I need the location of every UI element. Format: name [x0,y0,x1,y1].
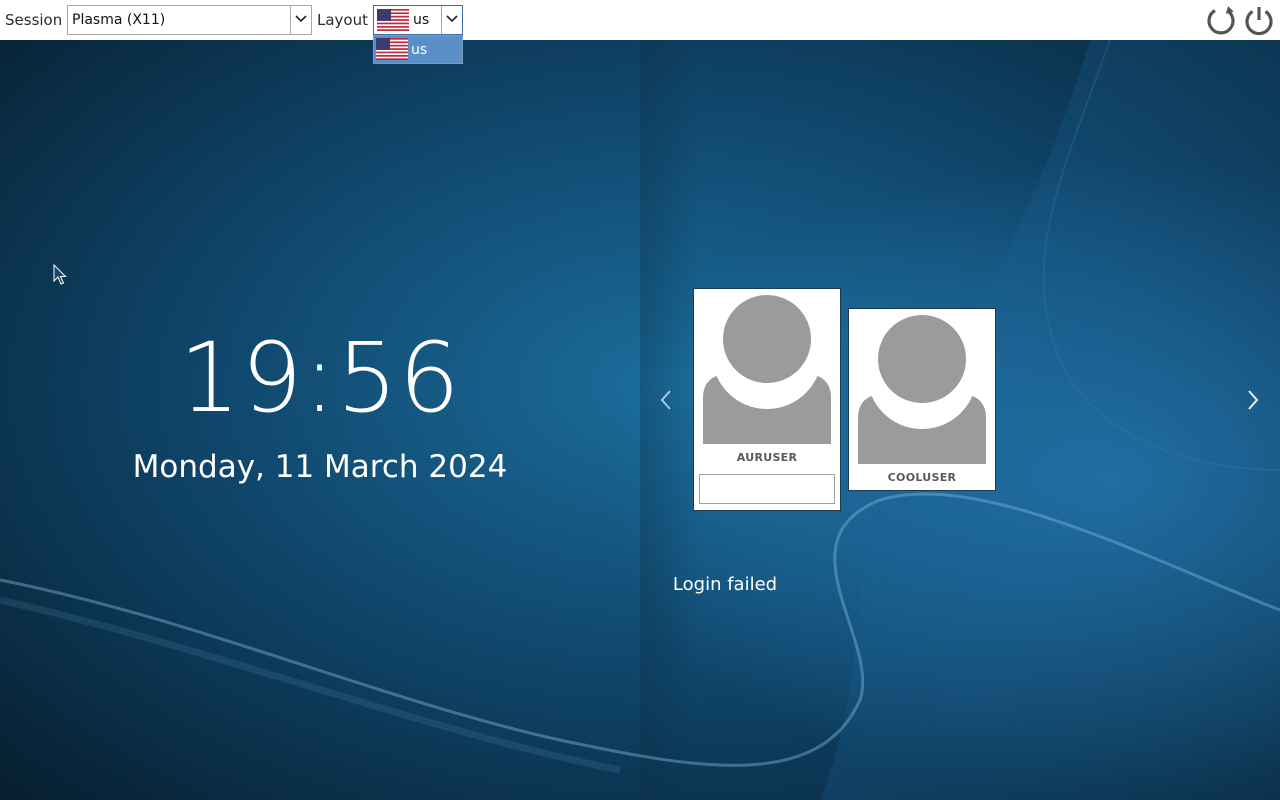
session-dropdown-button[interactable] [290,6,311,34]
power-icon[interactable] [1243,4,1275,36]
layout-option-label: us [411,42,428,58]
reboot-icon[interactable] [1205,4,1237,36]
us-flag-icon [376,38,408,60]
user-card-cooluser[interactable]: COOLUSER [848,308,996,491]
user-name: COOLUSER [887,471,957,484]
chevron-right-icon[interactable] [1243,385,1263,415]
clock-time: 19:56 [179,322,461,434]
us-flag-icon [377,9,409,31]
login-status-message: Login failed [672,574,778,595]
user-name: AURUSER [736,451,798,464]
login-screen: Session Plasma (X11) Layout us us 19:56 … [0,0,1280,800]
session-label: Session [5,11,63,29]
avatar [703,295,831,444]
session-selected-value: Plasma (X11) [72,12,166,28]
session-select[interactable]: Plasma (X11) [67,5,312,35]
chevron-down-icon [295,15,307,23]
layout-option-us[interactable]: us [374,36,462,63]
top-bar: Session Plasma (X11) Layout us [0,0,1280,40]
layout-selected-value: us [413,12,430,28]
layout-dropdown-list: us [373,35,463,64]
password-field[interactable] [699,474,835,504]
user-card-auruser[interactable]: AURUSER [693,288,841,511]
avatar [858,315,986,464]
layout-dropdown-button[interactable] [441,6,462,34]
layout-label: Layout [317,11,368,29]
chevron-down-icon [446,15,458,23]
chevron-left-icon[interactable] [656,385,676,415]
mouse-cursor-icon [53,264,67,285]
clock-date: Monday, 11 March 2024 [132,449,508,485]
layout-select[interactable]: us [373,5,463,35]
